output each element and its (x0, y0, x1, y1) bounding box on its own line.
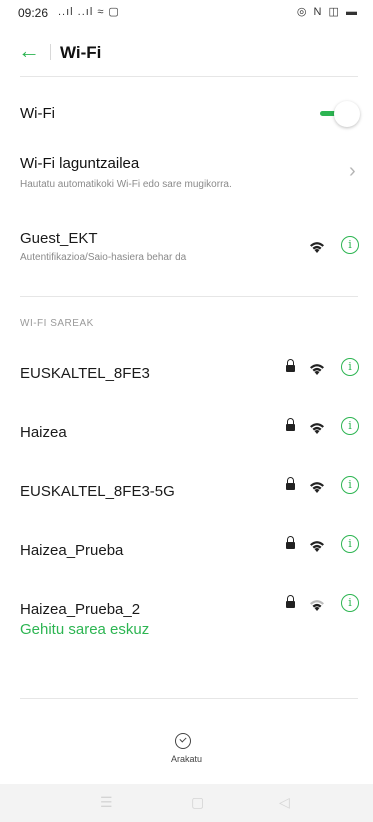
compass-icon (175, 733, 191, 749)
info-icon[interactable]: i (341, 358, 359, 376)
chevron-right-icon: › (349, 160, 356, 182)
home-icon[interactable]: ▢ (191, 794, 204, 811)
header-divider (50, 44, 51, 60)
back-arrow-icon[interactable]: ← (18, 40, 40, 62)
back-icon[interactable]: ◁ (279, 794, 290, 811)
network-name: EUSKALTEL_8FE3 (20, 365, 150, 382)
wifi-signal-icon (310, 482, 324, 493)
connected-network-row[interactable]: Guest_EKT Autentifikazioa/Saio-hasiera b… (0, 222, 373, 272)
lock-icon (286, 477, 295, 490)
wifi-toggle-label: Wi-Fi (20, 105, 55, 122)
menu-icon[interactable]: ☰ (100, 794, 113, 811)
divider (20, 698, 358, 699)
status-bar: 09:26 ..ıl ..ıl ≈ ▢ ◎ N ◫ ▬ (0, 0, 373, 26)
wifi-signal-icon (310, 242, 324, 253)
lock-icon (286, 595, 295, 608)
status-time: 09:26 (18, 6, 49, 20)
network-row[interactable]: Haizea i (0, 410, 373, 460)
info-icon[interactable]: i (341, 417, 359, 435)
info-icon[interactable]: i (341, 594, 359, 612)
system-status-icons: ◎ N ◫ ▬ (296, 6, 359, 18)
info-icon[interactable]: i (341, 476, 359, 494)
page-title: Wi-Fi (60, 43, 102, 62)
wifi-signal-icon (310, 364, 324, 375)
wifi-signal-icon (310, 541, 324, 552)
wifi-toggle-switch[interactable] (316, 101, 360, 127)
network-name: Haizea_Prueba (20, 542, 124, 559)
divider (20, 76, 358, 77)
network-row[interactable]: Haizea_Prueba i (0, 528, 373, 578)
add-network-manually-link[interactable]: Gehitu sarea eskuz (20, 621, 149, 638)
bottom-tab-bar: Arakatu (0, 726, 373, 784)
info-icon[interactable]: i (341, 236, 359, 254)
signal-icons: ..ıl ..ıl ≈ ▢ (58, 6, 120, 18)
wifi-assistant-title: Wi-Fi laguntzailea (20, 155, 140, 172)
divider (20, 296, 358, 297)
system-nav-bar: ☰ ▢ ◁ (0, 784, 373, 822)
toggle-knob (334, 101, 360, 127)
network-name: EUSKALTEL_8FE3-5G (20, 483, 175, 500)
header: ← Wi-Fi (0, 32, 373, 76)
lock-icon (286, 536, 295, 549)
wifi-assistant-subtitle: Hautatu automatikoki Wi-Fi edo sare mugi… (20, 179, 232, 190)
network-status: Autentifikazioa/Saio-hasiera behar da (20, 252, 187, 263)
wifi-signal-icon (310, 423, 324, 434)
lock-icon (286, 359, 295, 372)
info-icon[interactable]: i (341, 535, 359, 553)
tab-label: Arakatu (170, 754, 203, 764)
network-row[interactable]: EUSKALTEL_8FE3-5G i (0, 469, 373, 519)
wifi-signal-icon (310, 600, 324, 611)
section-header: WI-FI SAREAK (20, 318, 94, 329)
network-name: Haizea_Prueba_2 (20, 601, 141, 618)
network-name: Guest_EKT (20, 230, 98, 247)
lock-icon (286, 418, 295, 431)
network-name: Haizea (20, 424, 67, 441)
network-row[interactable]: EUSKALTEL_8FE3 i (0, 351, 373, 401)
